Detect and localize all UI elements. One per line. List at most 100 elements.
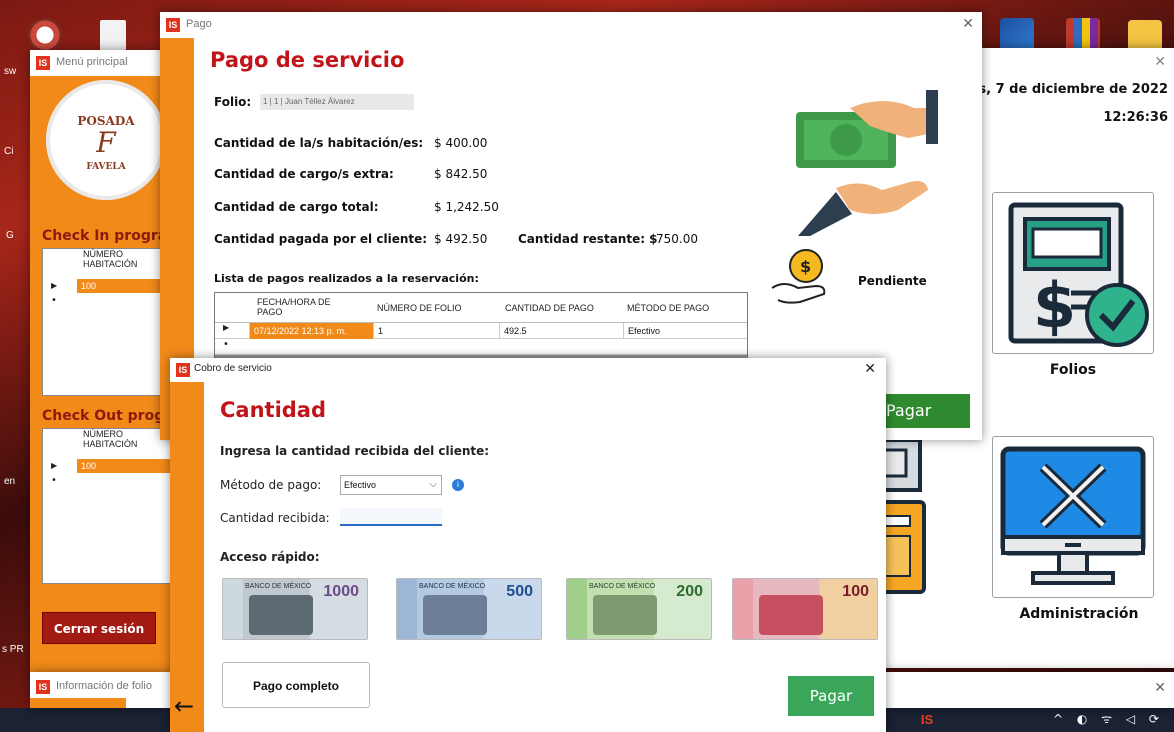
pay-button[interactable]: Pagar [880, 394, 970, 428]
desktop-label: en [4, 476, 16, 487]
app-logo-icon: IS [36, 56, 50, 70]
desktop-file-icon[interactable] [100, 20, 126, 54]
received-amount-input[interactable] [340, 508, 442, 526]
payment-method-label: Método de pago: [220, 478, 322, 492]
row-selector-icon: ▶ [223, 323, 230, 332]
instruction-text: Ingresa la cantidad recibida del cliente… [220, 444, 490, 458]
svg-text:$: $ [800, 257, 811, 276]
bill-portrait [249, 595, 313, 635]
back-arrow-icon[interactable]: ← [174, 692, 194, 720]
app-logo-icon: IS [36, 680, 50, 694]
new-row-icon: • [51, 475, 57, 486]
paid-amount-value: $ 492.50 [434, 232, 488, 246]
page-title: Pago de servicio [210, 48, 405, 72]
archive-icon[interactable] [1066, 18, 1100, 52]
posada-logo: POSADA F FAVELA [46, 80, 166, 200]
main-menu-window: IS Menú principal POSADA F FAVELA Check … [30, 50, 180, 680]
bill-value: 100 [842, 583, 869, 600]
column-header[interactable]: NÚMERO DE FOLIO [377, 303, 462, 313]
payments-list-label: Lista de pagos realizados a la reservaci… [214, 272, 479, 285]
table-cell[interactable]: 1 [373, 323, 499, 339]
extra-charges-value: $ 842.50 [434, 167, 488, 181]
cash-register-icon [880, 438, 926, 594]
close-icon[interactable]: ✕ [962, 16, 974, 32]
payment-method-select[interactable]: Efectivo ⌵ [340, 475, 442, 495]
full-payment-button[interactable]: Pago completo [222, 662, 370, 708]
folios-label: Folios [1049, 362, 1097, 378]
row-selector-icon: ▶ [51, 281, 58, 290]
folio-value: 1 | 1 | Juan Téllez Álvarez [260, 94, 414, 110]
current-date: bles, 7 de diciembre de 2022 [955, 82, 1168, 97]
bill-portrait [759, 595, 823, 635]
row-selector-icon: ▶ [51, 461, 58, 470]
system-tray[interactable]: ^ ◐ ᯤ ◁ ⟳ [1053, 710, 1164, 727]
bill-portrait [423, 595, 487, 635]
close-icon[interactable]: ✕ [864, 361, 876, 377]
payment-status: Pendiente [858, 274, 927, 288]
quick-access-label: Acceso rápido: [220, 550, 320, 564]
administration-tile[interactable] [992, 436, 1154, 598]
logout-button[interactable]: Cerrar sesión [42, 612, 156, 644]
bill-200-button[interactable]: BANCO DE MÉXICO 200 [566, 578, 712, 640]
app-logo-icon: IS [176, 363, 190, 377]
rooms-amount-label: Cantidad de la/s habitación/es: [214, 136, 424, 150]
bill-portrait [593, 595, 657, 635]
column-header[interactable]: FECHA/HORA DE PAGO [257, 297, 347, 317]
column-header[interactable]: NÚMERO HABITACIÓN [83, 429, 143, 449]
coin-hand-icon: $ [771, 249, 826, 304]
table-row[interactable]: 100 [77, 459, 180, 473]
title-bar[interactable]: IS Pago ✕ [160, 12, 982, 38]
bill-value: 500 [506, 583, 533, 600]
folio-label: Folio: [214, 95, 252, 109]
title-bar[interactable]: IS Cobro de servicio ✕ [170, 358, 886, 382]
checkout-title: Check Out prog [42, 408, 165, 424]
desktop-app-icon[interactable] [28, 18, 62, 52]
page-title: Cantidad [220, 398, 327, 422]
bill-500-button[interactable]: BANCO DE MÉXICO 500 [396, 578, 542, 640]
pay-button[interactable]: Pagar [788, 676, 874, 716]
table-cell[interactable]: 492.5 [499, 323, 623, 339]
taskbar-app-button[interactable]: IS [912, 709, 942, 731]
desktop-label: Ci [4, 146, 14, 157]
tools-monitor-icon [1000, 446, 1146, 585]
current-time: 12:26:36 [1103, 110, 1168, 125]
administration-label: Administración [1019, 606, 1139, 622]
bill-1000-button[interactable]: BANCO DE MÉXICO 1000 [222, 578, 368, 640]
table-row[interactable]: ▶ 07/12/2022 12:13 p. m. 1 492.5 Efectiv… [215, 323, 747, 339]
paid-amount-label: Cantidad pagada por el cliente: [214, 232, 428, 246]
remaining-value: 750.00 [656, 232, 698, 246]
title-bar[interactable]: IS Menú principal [30, 50, 180, 76]
column-header[interactable]: MÉTODO DE PAGO [627, 303, 709, 313]
checkout-grid[interactable]: NÚMERO HABITACIÓN 100 ▶ • [42, 428, 180, 584]
sidebar-strip [30, 698, 126, 708]
table-header: FECHA/HORA DE PAGO NÚMERO DE FOLIO CANTI… [215, 293, 747, 323]
close-icon[interactable]: ✕ [1154, 54, 1166, 70]
bill-value: 1000 [323, 583, 359, 600]
window-title: Pago [186, 18, 212, 30]
app-logo-icon: IS [166, 18, 180, 32]
new-row[interactable]: • [215, 339, 747, 355]
table-cell[interactable]: Efectivo [623, 323, 747, 339]
bill-100-button[interactable]: 100 [732, 578, 878, 640]
svg-text:$: $ [1033, 269, 1076, 342]
charge-window: IS Cobro de servicio ✕ ← Cantidad Ingres… [170, 358, 886, 732]
table-cell[interactable]: 07/12/2022 12:13 p. m. [249, 323, 373, 339]
new-row-icon: • [223, 339, 229, 350]
cashier-tile[interactable] [880, 438, 944, 598]
column-header[interactable]: CANTIDAD DE PAGO [505, 303, 594, 313]
close-icon[interactable]: ✕ [1154, 680, 1166, 696]
folios-tile[interactable]: $ [992, 192, 1154, 354]
extra-charges-label: Cantidad de cargo/s extra: [214, 167, 394, 181]
desktop-app-icon[interactable] [1000, 18, 1034, 52]
chevron-down-icon: ⌵ [429, 479, 437, 490]
window-title: Información de folio [56, 680, 152, 692]
info-icon[interactable]: i [452, 479, 464, 491]
received-amount-label: Cantidad recibida: [220, 511, 330, 525]
desktop-label: s PR [2, 644, 24, 655]
desktop-label: sw [4, 66, 17, 77]
bill-value: 200 [676, 583, 703, 600]
rooms-amount-value: $ 400.00 [434, 136, 488, 150]
money-hand-icon [796, 90, 938, 236]
column-header[interactable]: NÚMERO HABITACIÓN [83, 249, 143, 269]
checkin-title: Check In progra [42, 228, 168, 244]
